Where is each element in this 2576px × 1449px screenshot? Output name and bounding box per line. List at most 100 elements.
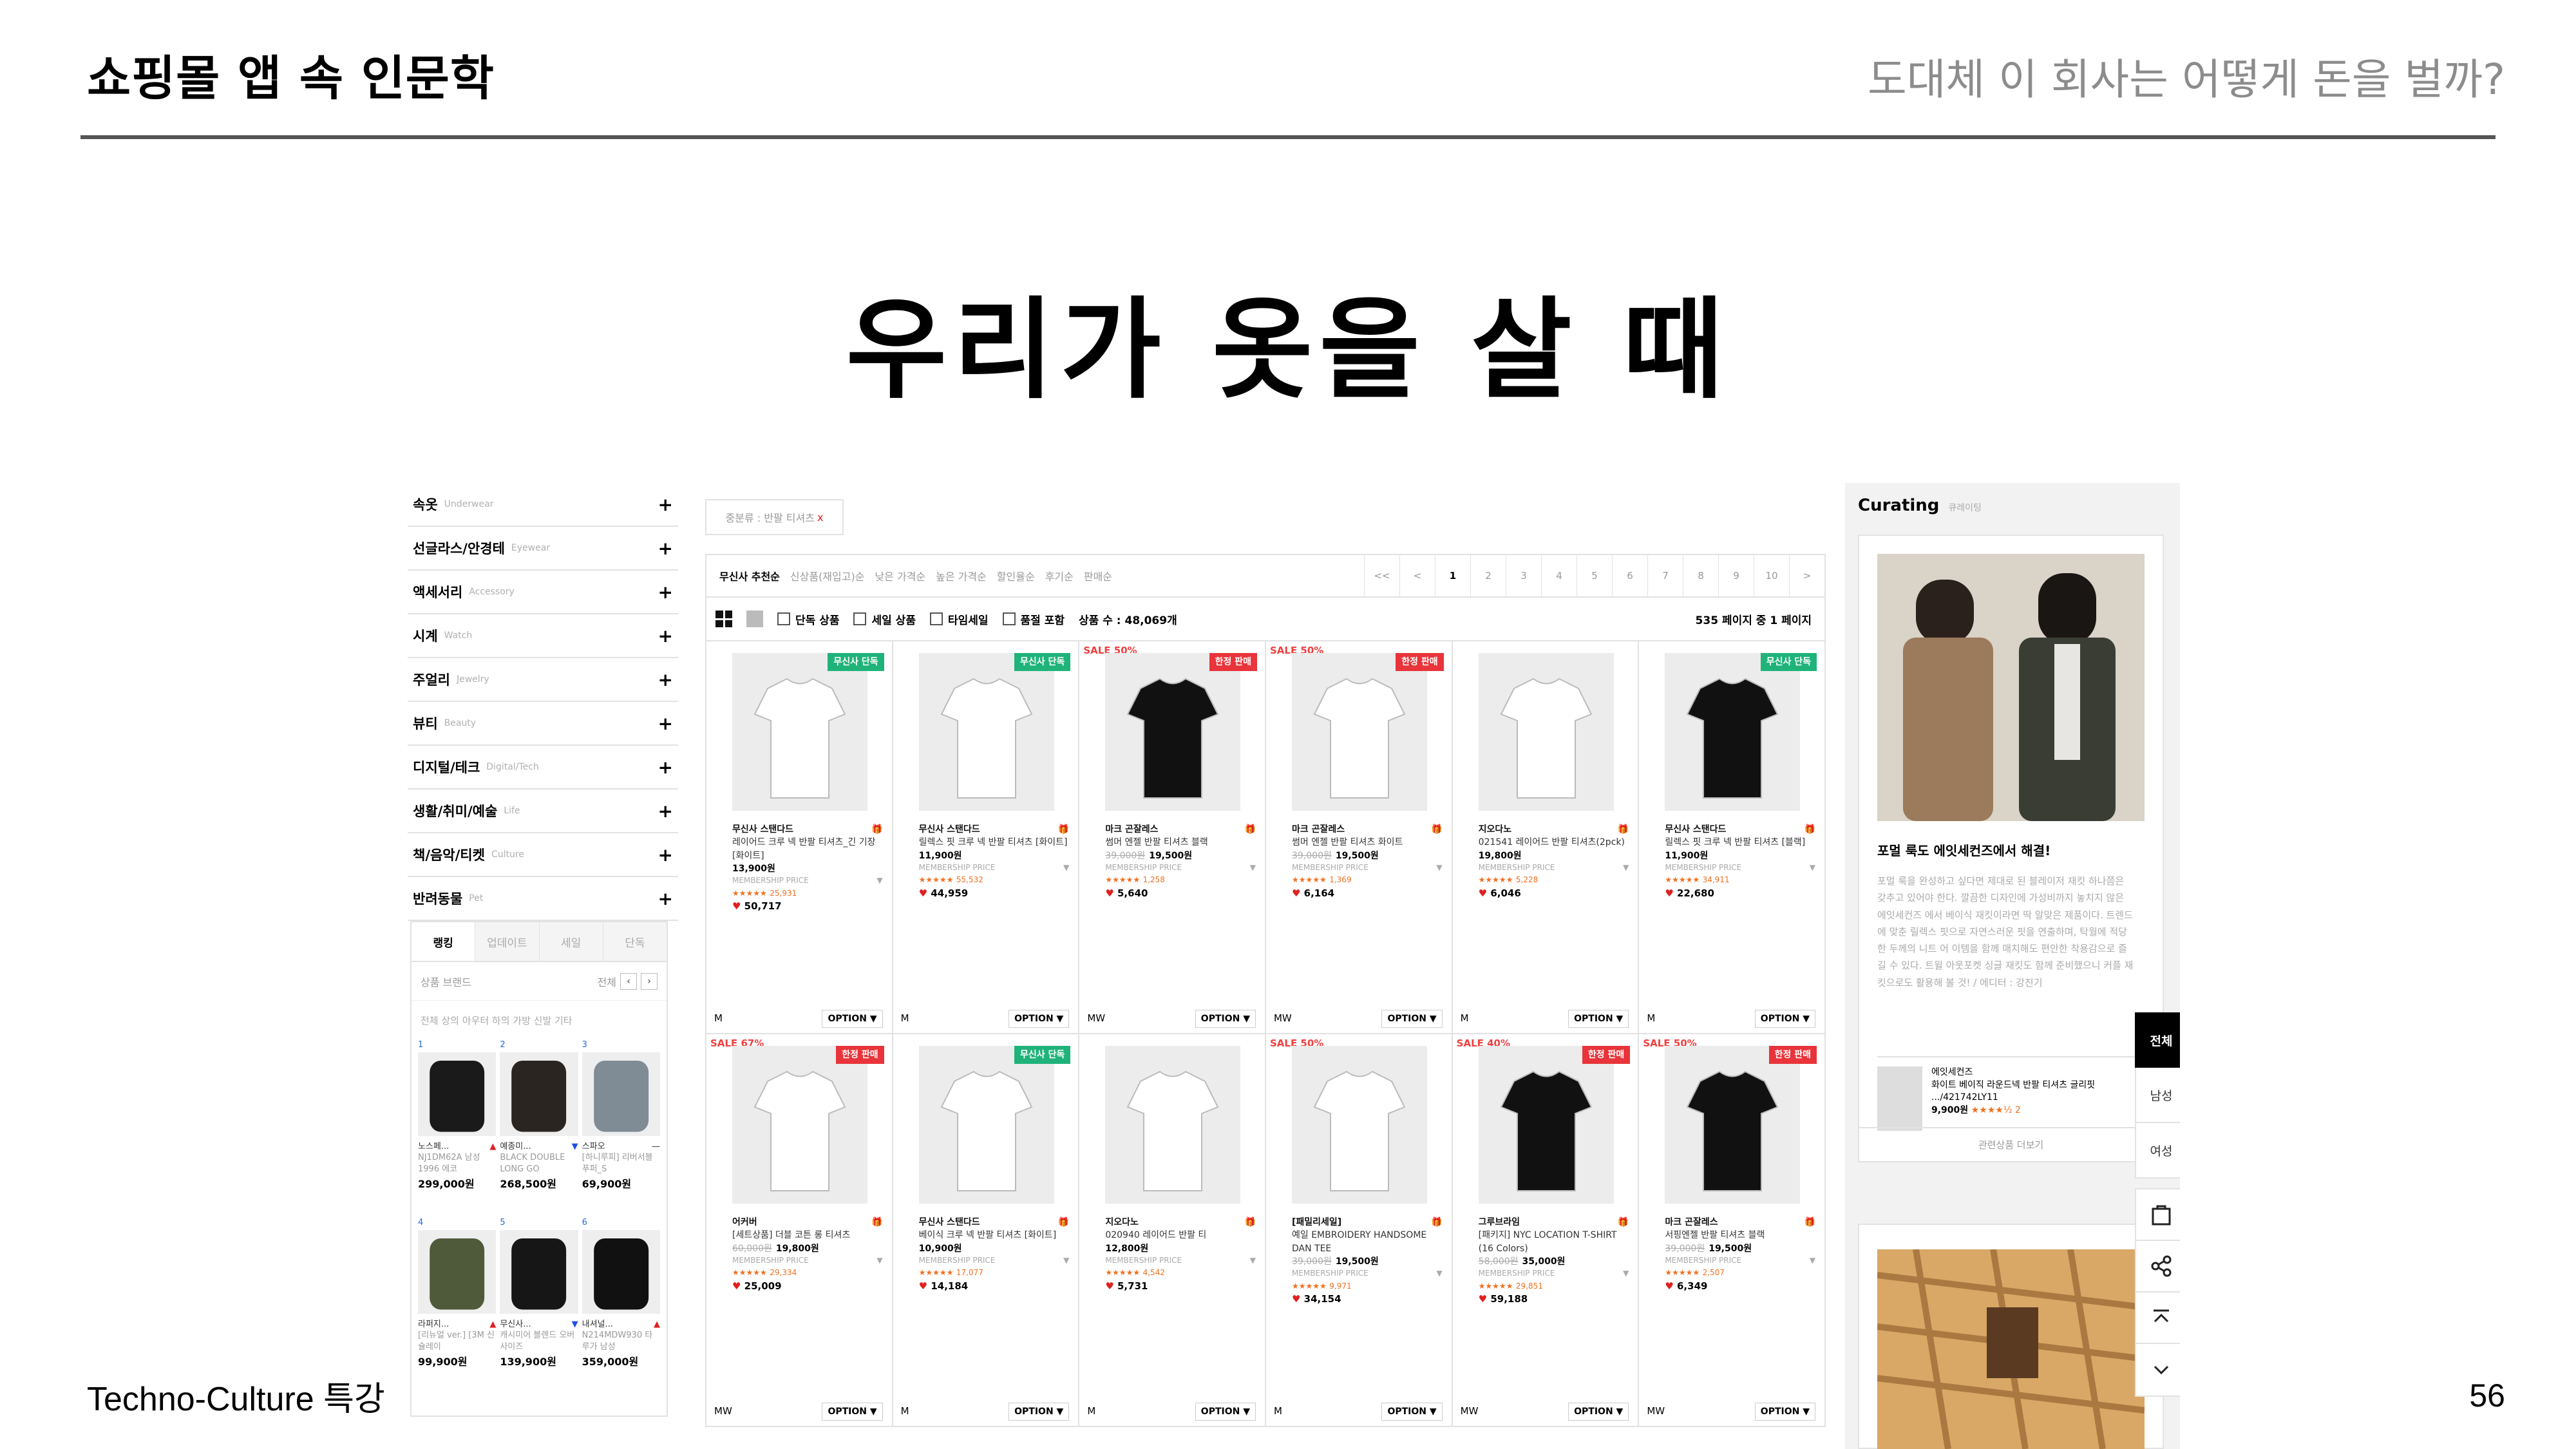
likes-row[interactable]: ♥ 14,184 <box>919 1280 1070 1294</box>
heart-icon[interactable]: ♥ <box>732 1280 744 1292</box>
likes-row[interactable]: ♥ 6,046 <box>1479 887 1629 901</box>
heart-icon[interactable]: ♥ <box>1105 887 1117 899</box>
grid-view-icon[interactable] <box>715 611 732 627</box>
ranking-filter-all[interactable]: 전체 <box>598 974 616 989</box>
chevron-down-icon[interactable]: ▼ <box>1623 1268 1629 1279</box>
expand-plus-icon[interactable]: + <box>658 538 673 559</box>
page-link[interactable]: 6 <box>1612 555 1647 596</box>
product-card[interactable]: SALE 50% 한정 판매 마크 곤잘레스 🎁 썸머 엔젤 반팔 티셔츠 화이트 39,… <box>1265 641 1453 1034</box>
ranking-tab[interactable]: 단독 <box>602 922 667 961</box>
product-name[interactable]: 썸머 엔젤 반팔 티셔츠 화이트 <box>1292 836 1443 849</box>
option-button[interactable]: OPTION ▼ <box>1754 1009 1815 1028</box>
ranking-tab[interactable]: 업데이트 <box>475 922 539 961</box>
product-image[interactable] <box>1291 653 1427 811</box>
option-button[interactable]: OPTION ▼ <box>1754 1402 1815 1421</box>
likes-row[interactable]: ♥ 5,731 <box>1105 1280 1256 1294</box>
category-row[interactable]: 책/음악/티켓 Culture + <box>408 833 678 877</box>
heart-icon[interactable]: ♥ <box>919 1280 931 1292</box>
chevron-down-icon[interactable]: ▼ <box>876 1255 882 1266</box>
chevron-down-icon[interactable]: ▼ <box>1063 862 1069 873</box>
option-button[interactable]: OPTION ▼ <box>1381 1402 1443 1421</box>
product-name[interactable]: 예일 EMBROIDERY HANDSOME DAN TEE <box>1292 1229 1443 1255</box>
expand-plus-icon[interactable]: + <box>658 800 673 822</box>
list-view-icon[interactable] <box>746 611 763 627</box>
ranking-item[interactable]: 6 내셔널... ▲ N214MDW930 타루가 남성 359,000원 <box>582 1217 660 1391</box>
page-link[interactable]: << <box>1364 555 1399 596</box>
chevron-down-icon[interactable]: ▼ <box>1063 1255 1069 1266</box>
checkbox-box[interactable] <box>777 612 790 625</box>
product-image[interactable] <box>1105 1046 1241 1204</box>
product-brand[interactable]: 지오다노 <box>1105 1216 1139 1229</box>
sort-option[interactable]: 무신사 추천순 <box>719 568 780 583</box>
product-name[interactable]: 서핑엔젤 반팔 티셔츠 블랙 <box>1665 1229 1815 1242</box>
filter-checkbox[interactable]: 품절 포함 <box>1002 611 1065 627</box>
membership-price[interactable]: MEMBERSHIP PRICE ▼ <box>1105 1255 1256 1266</box>
product-brand[interactable]: 무신사 스탠다드 <box>919 823 980 836</box>
curating-headline[interactable]: 포멀 룩도 에잇세컨즈에서 해결! <box>1877 840 2050 859</box>
likes-row[interactable]: ♥ 44,959 <box>919 887 1070 901</box>
ranking-item-image[interactable] <box>500 1052 578 1136</box>
filter-checkbox[interactable]: 타임세일 <box>929 611 989 627</box>
curating-product[interactable]: 에잇세컨즈 화이트 베이직 라운드넥 반팔 티셔츠 글리핏 .../421742… <box>1877 1056 2141 1131</box>
likes-row[interactable]: ♥ 6,164 <box>1292 887 1443 901</box>
membership-price[interactable]: MEMBERSHIP PRICE ▼ <box>1665 862 1815 873</box>
option-button[interactable]: OPTION ▼ <box>1009 1402 1070 1421</box>
filter-checkbox[interactable]: 단독 상품 <box>777 611 839 627</box>
membership-price[interactable]: MEMBERSHIP PRICE ▼ <box>1479 862 1629 873</box>
gender-tab[interactable]: 전체 <box>2135 1012 2180 1068</box>
page-link[interactable]: > <box>1789 555 1824 596</box>
product-card[interactable]: SALE 50% 한정 판매 마크 곤잘레스 🎁 썸머 엔젤 반팔 티셔츠 블랙 39,0… <box>1079 641 1266 1034</box>
prev-arrow-icon[interactable]: ‹ <box>620 972 637 990</box>
category-row[interactable]: 속옷 Underwear + <box>408 483 678 527</box>
membership-price[interactable]: MEMBERSHIP PRICE ▼ <box>1292 862 1443 873</box>
scroll-top-icon[interactable] <box>2136 1293 2180 1344</box>
chevron-down-icon[interactable]: ▼ <box>1250 862 1256 873</box>
membership-price[interactable]: MEMBERSHIP PRICE ▼ <box>1292 1268 1443 1279</box>
product-card[interactable]: 무신사 단독 무신사 스탠다드 🎁 베이식 크루 넥 반팔 티셔츠 [화이트] 10,9… <box>893 1034 1080 1427</box>
heart-icon[interactable]: ♥ <box>1292 1293 1304 1305</box>
sort-option[interactable]: 높은 가격순 <box>936 568 987 583</box>
product-image[interactable] <box>918 1046 1054 1204</box>
membership-price[interactable]: MEMBERSHIP PRICE ▼ <box>732 875 883 886</box>
expand-plus-icon[interactable]: + <box>658 713 673 734</box>
chevron-down-icon[interactable]: ▼ <box>1436 1268 1442 1279</box>
checkbox-box[interactable] <box>853 612 867 625</box>
ranking-tab[interactable]: 랭킹 <box>412 922 475 961</box>
category-row[interactable]: 생활/취미/예술 Life + <box>408 790 678 833</box>
product-name[interactable]: [패키지] NYC LOCATION T-SHIRT (16 Colors) <box>1479 1229 1629 1255</box>
option-button[interactable]: OPTION ▼ <box>1568 1009 1629 1028</box>
chevron-down-icon[interactable]: ▼ <box>1250 1255 1256 1266</box>
product-brand[interactable]: 지오다노 <box>1479 823 1512 836</box>
heart-icon[interactable]: ♥ <box>1105 1280 1117 1292</box>
product-card[interactable]: 지오다노 🎁 021541 레이어드 반팔 티셔츠(2pck) 19,800원 MEMB… <box>1452 641 1640 1034</box>
page-link[interactable]: 7 <box>1647 555 1683 596</box>
product-brand[interactable]: 마크 곤잘레스 <box>1665 1216 1718 1229</box>
ranking-item-image[interactable] <box>582 1229 660 1314</box>
product-name[interactable]: 베이식 크루 넥 반팔 티셔츠 [화이트] <box>919 1229 1070 1242</box>
breadcrumb[interactable]: 중분류 : 반팔 티셔츠 x <box>705 499 844 535</box>
heart-icon[interactable]: ♥ <box>1479 1293 1491 1305</box>
product-card[interactable]: SALE 50% 한정 판매 마크 곤잘레스 🎁 서핑엔젤 반팔 티셔츠 블랙 39,00… <box>1639 1034 1826 1427</box>
product-name[interactable]: 릴렉스 핏 크루 넥 반팔 티셔츠 [블랙] <box>1665 836 1815 849</box>
likes-row[interactable]: ♥ 25,009 <box>732 1280 883 1294</box>
ranking-item-image[interactable] <box>582 1052 660 1136</box>
likes-row[interactable]: ♥ 59,188 <box>1479 1293 1629 1307</box>
page-link[interactable]: 5 <box>1577 555 1612 596</box>
product-brand[interactable]: 무신사 스탠다드 <box>1665 823 1726 836</box>
chevron-down-icon[interactable]: ▼ <box>1436 862 1442 873</box>
sort-option[interactable]: 낮은 가격순 <box>875 568 925 583</box>
option-button[interactable]: OPTION ▼ <box>822 1009 883 1028</box>
sort-option[interactable]: 후기순 <box>1045 568 1074 583</box>
product-card[interactable]: SALE 40% 한정 판매 그루브라임 🎁 [패키지] NYC LOCATION T-… <box>1452 1034 1640 1427</box>
option-button[interactable]: OPTION ▼ <box>1195 1402 1256 1421</box>
product-card[interactable]: SALE 67% 한정 판매 어커버 🎁 [세트상품] 더블 코튼 롱 티셔츠 60,00… <box>706 1034 893 1427</box>
chevron-down-icon[interactable]: ▼ <box>1810 1255 1815 1266</box>
expand-plus-icon[interactable]: + <box>658 625 673 647</box>
heart-icon[interactable]: ♥ <box>1292 887 1304 899</box>
related-products-link[interactable]: 관련상품 더보기 <box>1859 1127 2163 1160</box>
category-row[interactable]: 뷰티 Beauty + <box>408 702 678 746</box>
category-row[interactable]: 액세서리 Accessory + <box>408 571 678 614</box>
option-button[interactable]: OPTION ▼ <box>822 1402 883 1421</box>
share-icon[interactable] <box>2136 1241 2180 1293</box>
membership-price[interactable]: MEMBERSHIP PRICE ▼ <box>1105 862 1256 873</box>
